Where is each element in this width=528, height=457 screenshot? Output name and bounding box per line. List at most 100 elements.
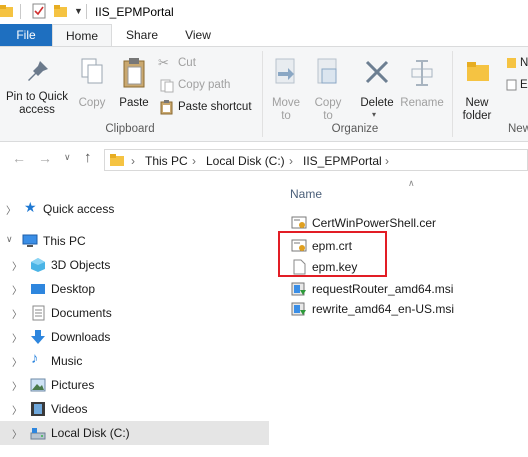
- nav-item-3d-objects[interactable]: 〉 3D Objects: [0, 253, 269, 277]
- quick-access-dropdown-icon[interactable]: ▼: [74, 6, 83, 16]
- paste-shortcut-button[interactable]: Paste shortcut: [158, 99, 258, 117]
- back-arrow-icon[interactable]: ←: [12, 150, 26, 166]
- copy-path-icon: [160, 79, 174, 93]
- installer-icon: [291, 282, 306, 296]
- up-arrow-icon[interactable]: ↑: [84, 149, 92, 166]
- group-divider: [262, 51, 263, 137]
- address-field[interactable]: › This PC › Local Disk (C:) › IIS_EPMPor…: [104, 149, 528, 171]
- folder-icon: [110, 154, 124, 166]
- column-header-name[interactable]: Name: [290, 187, 322, 201]
- star-icon: ★: [24, 199, 37, 215]
- chevron-right-icon[interactable]: 〉: [6, 202, 16, 217]
- drive-icon: [30, 428, 46, 440]
- chevron-right-icon[interactable]: ›: [385, 154, 389, 168]
- file-row[interactable]: rewrite_amd64_en-US.msi: [288, 298, 528, 320]
- installer-icon: [291, 302, 306, 316]
- copy-to-button[interactable]: Copy to: [310, 55, 346, 122]
- breadcrumb-iis-epmportal[interactable]: IIS_EPMPortal: [303, 154, 382, 168]
- desktop-icon: [31, 284, 45, 294]
- certificate-icon: [291, 216, 307, 229]
- nav-item-downloads[interactable]: 〉 Downloads: [0, 325, 269, 349]
- film-icon: [31, 402, 45, 416]
- new-item-button[interactable]: N: [506, 55, 528, 73]
- nav-label: 3D Objects: [51, 258, 111, 272]
- paste-icon: [123, 58, 145, 88]
- tab-file[interactable]: File: [0, 24, 52, 46]
- move-to-button[interactable]: Move to: [268, 55, 304, 122]
- organize-group-label: Organize: [331, 123, 379, 135]
- recent-locations-chevron-icon[interactable]: ∨: [64, 152, 71, 163]
- chevron-down-icon[interactable]: ∨: [6, 234, 13, 245]
- chevron-right-icon[interactable]: 〉: [12, 282, 22, 297]
- rename-button[interactable]: Rename: [400, 55, 444, 121]
- nav-item-this-pc[interactable]: ∨ This PC: [0, 229, 269, 253]
- tab-share[interactable]: Share: [115, 24, 169, 46]
- chevron-right-icon[interactable]: ›: [131, 154, 135, 168]
- copy-icon: [81, 58, 103, 84]
- chevron-down-icon[interactable]: ▾: [372, 110, 376, 119]
- breadcrumb-local-disk[interactable]: Local Disk (C:): [206, 154, 285, 168]
- file-name: requestRouter_amd64.msi: [312, 282, 454, 296]
- ribbon-tab-bar: File Home Share View: [0, 24, 528, 46]
- computer-icon: [22, 234, 38, 247]
- breadcrumb-this-pc[interactable]: This PC: [145, 154, 188, 168]
- nav-item-documents[interactable]: 〉 Documents: [0, 301, 269, 325]
- nav-label: Documents: [51, 306, 112, 320]
- file-name: rewrite_amd64_en-US.msi: [312, 302, 455, 316]
- address-bar-row: ← → ∨ ↑ › This PC › Local Disk (C:) › II…: [0, 142, 528, 176]
- new-folder-icon[interactable]: [54, 4, 68, 18]
- chevron-right-icon[interactable]: 〉: [12, 426, 22, 441]
- nav-label: Local Disk (C:): [51, 426, 130, 440]
- new-folder-label-line1: New: [465, 97, 489, 109]
- pictures-icon: [30, 378, 46, 392]
- nav-item-quick-access[interactable]: 〉 ★ Quick access: [0, 197, 269, 221]
- group-divider: [452, 51, 453, 137]
- delete-icon: [365, 60, 389, 84]
- nav-item-local-disk[interactable]: 〉 Local Disk (C:): [0, 421, 269, 445]
- sort-ascending-icon: ∧: [408, 178, 415, 188]
- cut-button[interactable]: ✂ Cut: [158, 55, 256, 73]
- nav-item-pictures[interactable]: 〉 Pictures: [0, 373, 269, 397]
- paste-label: Paste: [119, 97, 149, 109]
- tab-view[interactable]: View: [172, 24, 224, 46]
- chevron-right-icon[interactable]: 〉: [12, 258, 22, 273]
- nav-label: Music: [51, 354, 83, 368]
- paste-shortcut-label: Paste shortcut: [178, 101, 252, 113]
- nav-label: Quick access: [43, 202, 115, 216]
- chevron-right-icon[interactable]: 〉: [12, 354, 22, 369]
- highlight-box: [278, 231, 387, 277]
- nav-item-music[interactable]: 〉 ♪ Music: [0, 349, 269, 373]
- new-folder-button[interactable]: New folder: [456, 55, 498, 122]
- copy-to-label-line2: to: [323, 110, 333, 122]
- copy-button[interactable]: Copy: [74, 55, 110, 121]
- move-to-icon: [275, 58, 295, 84]
- paste-shortcut-icon: [160, 100, 173, 115]
- forward-arrow-icon[interactable]: →: [38, 150, 52, 166]
- paste-button[interactable]: Paste: [114, 55, 154, 121]
- cube-icon: [31, 258, 45, 272]
- nav-item-videos[interactable]: 〉 Videos: [0, 397, 269, 421]
- easy-access-button[interactable]: Ea: [506, 77, 528, 95]
- chevron-right-icon[interactable]: 〉: [12, 306, 22, 321]
- folder-icon: [467, 62, 489, 81]
- move-to-label-line1: Move: [271, 97, 301, 109]
- properties-icon[interactable]: [32, 3, 46, 19]
- chevron-right-icon[interactable]: ›: [192, 154, 196, 168]
- tab-home[interactable]: Home: [52, 24, 112, 46]
- rename-icon: [411, 60, 433, 86]
- copy-to-icon: [317, 58, 337, 84]
- copy-path-button[interactable]: Copy path: [158, 77, 256, 95]
- nav-item-desktop[interactable]: 〉 Desktop: [0, 277, 269, 301]
- cut-label: Cut: [178, 57, 196, 69]
- delete-button[interactable]: Delete ▾: [356, 55, 398, 121]
- chevron-right-icon[interactable]: ›: [289, 154, 293, 168]
- rename-label: Rename: [400, 97, 444, 109]
- chevron-right-icon[interactable]: 〉: [12, 330, 22, 345]
- chevron-right-icon[interactable]: 〉: [12, 378, 22, 393]
- easy-access-label: Ea: [520, 79, 528, 91]
- chevron-right-icon[interactable]: 〉: [12, 402, 22, 417]
- folder-icon: [0, 5, 13, 17]
- music-note-icon: ♪: [31, 350, 39, 367]
- file-row[interactable]: requestRouter_amd64.msi: [288, 278, 528, 300]
- pin-to-quick-access-button[interactable]: Pin to Quick access: [4, 55, 70, 121]
